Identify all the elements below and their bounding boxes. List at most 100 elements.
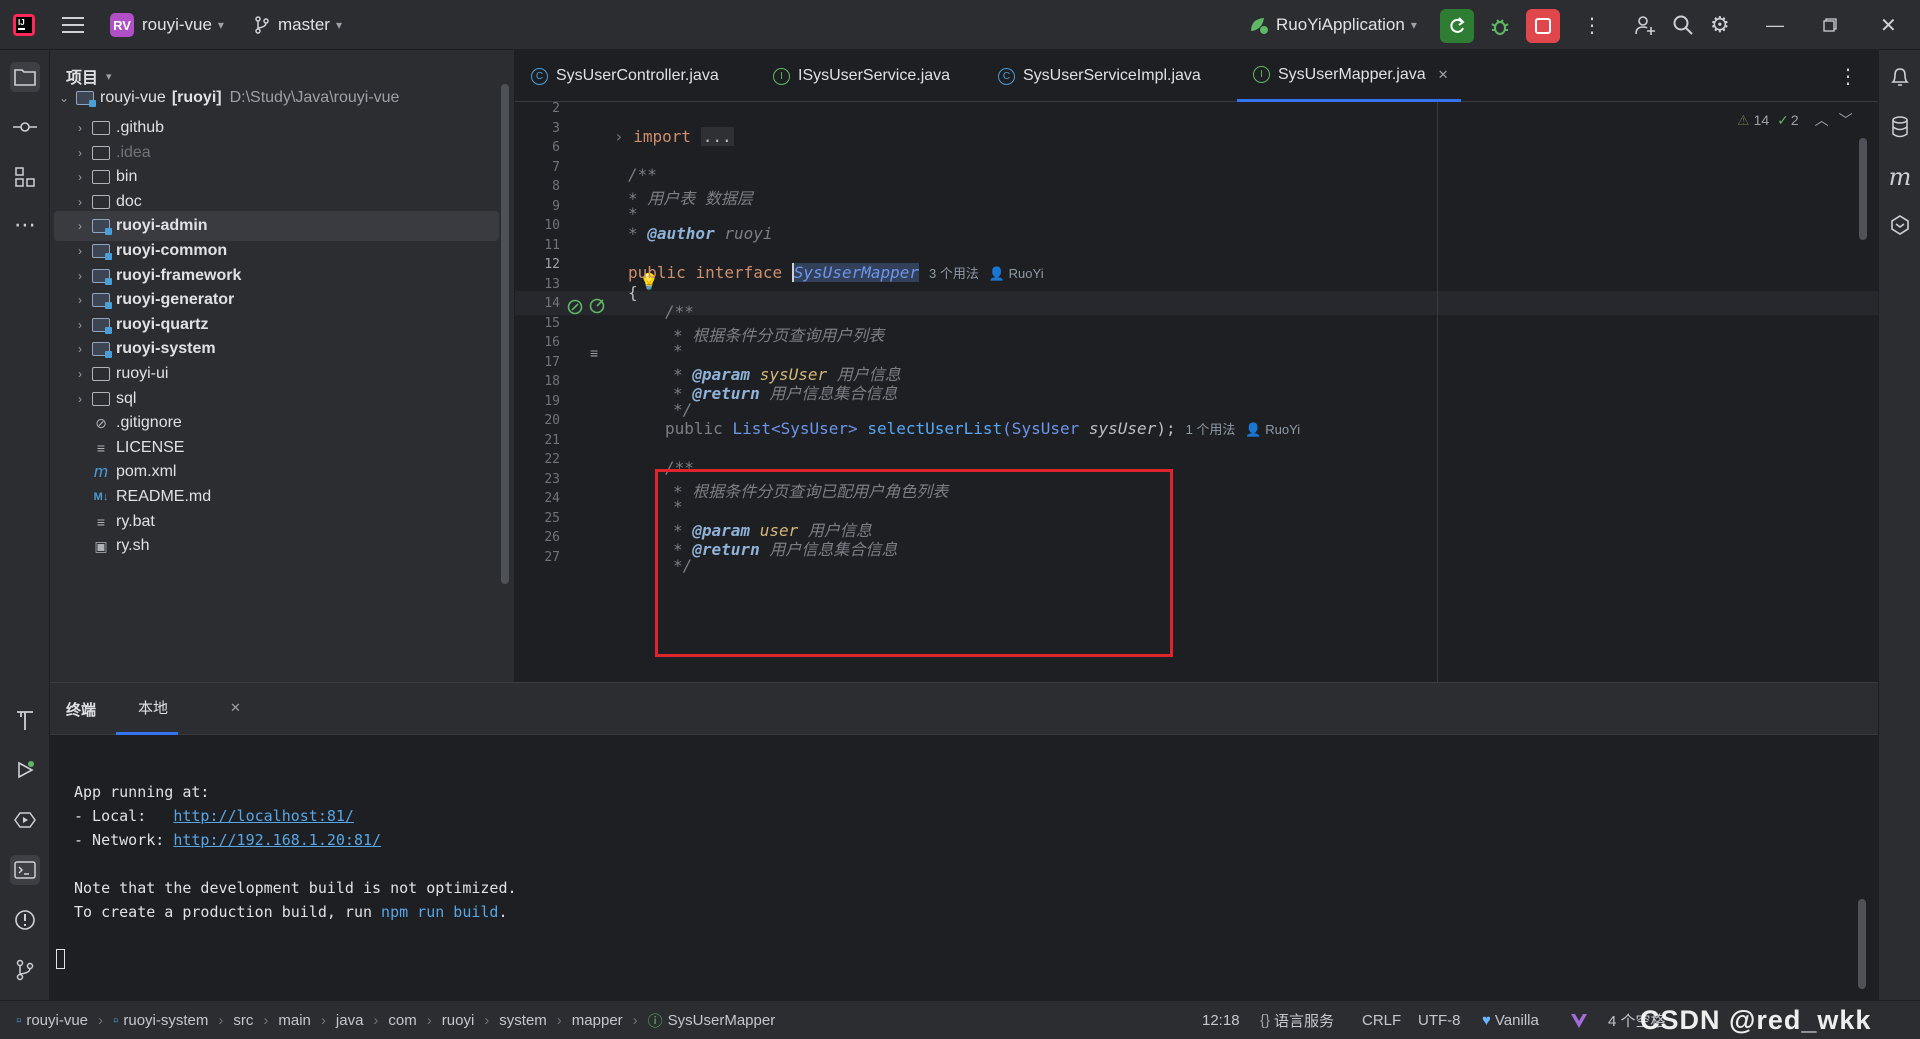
breadcrumb-item[interactable]: src	[233, 1012, 253, 1029]
module-folder-icon	[92, 293, 112, 310]
theme-indicator[interactable]: ♥ Vanilla	[1482, 1001, 1539, 1039]
terminal-scrollbar[interactable]	[1858, 899, 1866, 989]
tab-sysusercontroller[interactable]: C SysUserController.java	[531, 50, 719, 102]
project-panel: 项目 ▾ ⌄ rouyi-vue [ruoyi] D:\Study\Java\r…	[50, 50, 515, 682]
branch-switcher[interactable]: master ▾	[254, 0, 342, 50]
tab-sysusermapper[interactable]: I SysUserMapper.java ✕	[1237, 50, 1461, 102]
build-tool-icon[interactable]	[10, 705, 40, 735]
method-name[interactable]: selectUserList	[867, 419, 1002, 438]
doc-render-icon[interactable]: ≡	[590, 345, 598, 361]
author-hint[interactable]: 👤 RuoYi	[1245, 422, 1300, 437]
chevron-right-icon[interactable]: ›	[72, 342, 88, 356]
add-user-icon[interactable]	[1634, 0, 1656, 50]
breadcrumb-item[interactable]: java	[336, 1012, 364, 1029]
more-actions-icon[interactable]: ⋮	[1582, 0, 1602, 50]
restore-icon[interactable]	[1823, 0, 1837, 50]
breadcrumb-item[interactable]: SysUserMapper	[668, 1012, 776, 1029]
tree-root[interactable]: ⌄ rouyi-vue [ruoyi] D:\Study\Java\rouyi-…	[56, 83, 501, 113]
folder-icon	[92, 194, 110, 209]
folded-imports[interactable]: ...	[700, 127, 734, 146]
network-url-link[interactable]: http://192.168.1.20:81/	[173, 831, 381, 849]
chevron-right-icon[interactable]: ›	[72, 170, 88, 184]
git-tool-icon[interactable]	[10, 955, 40, 985]
project-tool-icon[interactable]	[10, 62, 40, 92]
terminal-line-4: Note that the development build is not o…	[74, 879, 517, 897]
breadcrumb-item[interactable]: ruoyi-system	[123, 1012, 208, 1029]
run-config-selector[interactable]: RuoYiApplication ▾	[1248, 0, 1417, 50]
chevron-down-icon[interactable]: ﹀	[1839, 110, 1853, 130]
chevron-right-icon[interactable]: ›	[72, 244, 88, 258]
class-name[interactable]: SysUserMapper	[793, 263, 920, 282]
chevron-right-icon: ›	[263, 1012, 269, 1029]
notifications-icon[interactable]	[1885, 62, 1915, 92]
close-icon[interactable]: ✕	[230, 700, 241, 716]
breadcrumb-item[interactable]: main	[278, 1012, 311, 1029]
chevron-right-icon[interactable]: ›	[72, 121, 88, 135]
tab-label: SysUserServiceImpl.java	[1023, 67, 1201, 84]
theme-label: Vanilla	[1494, 1012, 1539, 1029]
file-encoding[interactable]: UTF-8	[1418, 1001, 1461, 1039]
rerun-icon	[1450, 17, 1465, 33]
project-switcher[interactable]: RV rouyi-vue ▾	[110, 0, 224, 50]
chevron-right-icon[interactable]: ›	[72, 146, 88, 160]
tab-isysuserservice[interactable]: I ISysUserService.java	[773, 50, 950, 102]
gear-icon[interactable]: ⚙	[1710, 0, 1730, 50]
chevron-up-icon[interactable]: ︿	[1815, 110, 1829, 130]
commit-tool-icon[interactable]	[10, 112, 40, 142]
breadcrumb-item[interactable]: com	[388, 1012, 416, 1029]
chevron-right-icon[interactable]: ›	[72, 269, 88, 283]
line-ending[interactable]: CRLF	[1362, 1001, 1401, 1039]
chevron-right-icon[interactable]: ›	[72, 219, 88, 233]
breadcrumb-item[interactable]: rouyi-vue	[26, 1012, 88, 1029]
inspection-widget[interactable]: ⚠ 14 ✓ 2 ︿ ﹀	[1737, 110, 1853, 130]
language-service[interactable]: {} 语言服务	[1260, 1001, 1334, 1039]
terminal-line-5: To create a production build, run npm ru…	[74, 903, 507, 921]
database-icon[interactable]	[1885, 112, 1915, 142]
chevron-right-icon[interactable]: ›	[72, 367, 88, 381]
stop-button[interactable]	[1526, 9, 1560, 43]
app-logo-icon[interactable]: IJ	[12, 0, 36, 50]
tab-more-icon[interactable]: ⋮	[1838, 50, 1858, 102]
chevron-right-icon[interactable]: ›	[72, 293, 88, 307]
breadcrumb-item[interactable]: mapper	[572, 1012, 623, 1029]
breadcrumb-item[interactable]: ruoyi	[442, 1012, 475, 1029]
chevron-right-icon[interactable]: ›	[72, 318, 88, 332]
problems-tool-icon[interactable]	[10, 905, 40, 935]
usages-hint[interactable]: 3 个用法	[929, 266, 979, 281]
tab-sysuserserviceimpl[interactable]: C SysUserServiceImpl.java	[998, 50, 1201, 102]
minimize-icon[interactable]: —	[1766, 0, 1784, 50]
author-hint-name: RuoYi	[1008, 266, 1044, 281]
debug-button[interactable]	[1483, 9, 1517, 43]
usages-hint[interactable]: 1 个用法	[1186, 422, 1236, 437]
more-tools-icon[interactable]: ⋯	[10, 210, 40, 240]
vue-icon[interactable]	[1570, 1001, 1588, 1039]
run-tool-icon[interactable]	[10, 755, 40, 785]
editor-scrollbar[interactable]	[1859, 138, 1867, 240]
tab-local-label: 本地	[138, 700, 169, 717]
rerun-button[interactable]	[1440, 9, 1474, 43]
search-icon[interactable]	[1672, 0, 1694, 50]
terminal-panel[interactable]: 终端 本地 ✕ App running at: - Local: http://…	[50, 682, 1878, 1000]
tree-item-ry-sh[interactable]: ▣ ry.sh	[54, 531, 499, 561]
close-icon[interactable]: ✕	[1438, 67, 1449, 83]
ai-assistant-icon[interactable]	[1885, 210, 1915, 240]
author-hint[interactable]: 👤 RuoYi	[989, 266, 1044, 281]
chevron-right-icon[interactable]: ›	[72, 195, 88, 209]
watermark: CSDN @red_wkk	[1640, 1005, 1872, 1035]
module-folder-icon	[92, 317, 112, 334]
author-value: ruoyi	[724, 224, 773, 243]
project-scrollbar[interactable]	[501, 84, 509, 584]
implemented-icon[interactable]	[567, 299, 585, 322]
caret-position[interactable]: 12:18	[1202, 1001, 1240, 1039]
maven-icon[interactable]: m	[1885, 162, 1915, 192]
main-menu-icon[interactable]	[62, 0, 84, 50]
close-icon[interactable]: ✕	[1880, 0, 1897, 50]
mapper-navigate-icon[interactable]	[589, 297, 607, 320]
local-url-link[interactable]: http://localhost:81/	[173, 807, 354, 825]
terminal-tool-icon[interactable]	[10, 855, 40, 885]
tab-local[interactable]: 本地 ✕	[116, 683, 241, 735]
structure-tool-icon[interactable]	[10, 162, 40, 192]
services-tool-icon[interactable]	[10, 805, 40, 835]
chevron-right-icon[interactable]: ›	[72, 392, 88, 406]
breadcrumb-item[interactable]: system	[499, 1012, 547, 1029]
